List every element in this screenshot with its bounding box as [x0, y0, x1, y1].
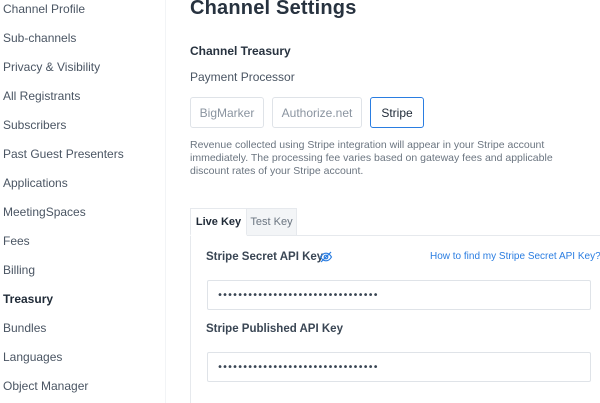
stripe-description: Revenue collected using Stripe integrati…: [190, 139, 553, 177]
processor-stripe-button[interactable]: Stripe: [370, 97, 424, 128]
sidebar-item-fees[interactable]: Fees: [3, 234, 30, 248]
sidebar-item-bundles[interactable]: Bundles: [3, 321, 46, 335]
sidebar-item-applications[interactable]: Applications: [3, 176, 68, 190]
sidebar-item-channel-profile[interactable]: Channel Profile: [3, 2, 85, 16]
sidebar-item-languages[interactable]: Languages: [3, 350, 62, 364]
eye-slash-icon[interactable]: [319, 250, 333, 264]
sidebar-item-subscribers[interactable]: Subscribers: [3, 118, 66, 132]
tab-live-key[interactable]: Live Key: [190, 208, 247, 236]
sidebar-item-sub-channels[interactable]: Sub-channels: [3, 31, 76, 45]
published-key-input[interactable]: [207, 352, 591, 382]
sidebar-item-past-guest-presenters[interactable]: Past Guest Presenters: [3, 147, 124, 161]
page-title: Channel Settings: [190, 0, 357, 19]
sidebar-item-privacy-visibility[interactable]: Privacy & Visibility: [3, 60, 100, 74]
secret-key-help-link[interactable]: How to find my Stripe Secret API Key?: [430, 251, 600, 262]
processor-authorize-net-button[interactable]: Authorize.net: [272, 97, 362, 128]
payment-processor-label: Payment Processor: [190, 70, 295, 84]
settings-sidebar: Channel Profile Sub-channels Privacy & V…: [0, 0, 165, 403]
sidebar-divider: [165, 0, 166, 403]
section-title: Channel Treasury: [190, 44, 291, 58]
tab-test-key[interactable]: Test Key: [247, 208, 297, 236]
sidebar-item-billing[interactable]: Billing: [3, 263, 35, 277]
sidebar-item-all-registrants[interactable]: All Registrants: [3, 89, 80, 103]
secret-key-input[interactable]: [207, 280, 591, 310]
sidebar-item-treasury[interactable]: Treasury: [3, 292, 53, 306]
settings-main: Channel Settings Channel Treasury Paymen…: [190, 0, 600, 403]
published-key-label: Stripe Published API Key: [206, 323, 343, 335]
processor-bigmarker-button[interactable]: BigMarker: [190, 97, 264, 128]
secret-key-label: Stripe Secret API Key: [206, 251, 324, 263]
sidebar-item-object-manager[interactable]: Object Manager: [3, 379, 88, 393]
sidebar-item-meetingspaces[interactable]: MeetingSpaces: [3, 205, 86, 219]
